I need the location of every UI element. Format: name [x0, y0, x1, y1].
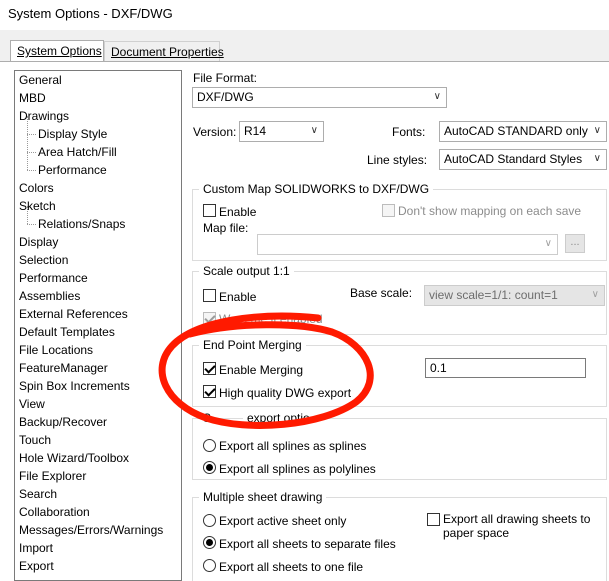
- chevron-down-icon: ∨: [433, 91, 441, 102]
- tree-item-mbd[interactable]: MBD: [19, 89, 46, 107]
- fonts-label: Fonts:: [392, 125, 426, 139]
- fonts-value: AutoCAD STANDARD only: [444, 124, 588, 138]
- tree-connector: [27, 170, 36, 171]
- line-styles-select[interactable]: AutoCAD Standard Styles ∨: [439, 149, 607, 170]
- tab-content-border: [0, 61, 609, 62]
- spline-export-title-end: export optio: [243, 411, 314, 425]
- custom-map-enable-label: Enable: [219, 205, 257, 219]
- chevron-down-icon: ∨: [593, 125, 601, 136]
- chevron-down-icon: ∨: [591, 289, 599, 300]
- scale-output-title: Scale output 1:1: [199, 264, 294, 278]
- warn-if-enabled-checkbox[interactable]: [203, 312, 216, 325]
- splines-as-polylines-radio[interactable]: [203, 461, 216, 474]
- splines-as-splines-label: Export all splines as splines: [219, 439, 367, 453]
- tree-item-general[interactable]: General: [19, 71, 62, 89]
- chevron-down-icon: ∨: [593, 153, 601, 164]
- merge-tolerance-input[interactable]: 0.1: [425, 358, 586, 378]
- export-separate-files-label: Export all sheets to separate files: [219, 537, 396, 551]
- tree-item-collaboration[interactable]: Collaboration: [19, 503, 90, 521]
- file-format-label: File Format:: [193, 71, 258, 85]
- enable-merging-checkbox[interactable]: [203, 362, 216, 375]
- tree-item-sketch[interactable]: Sketch: [19, 197, 56, 215]
- base-scale-value: view scale=1/1: count=1: [429, 288, 558, 302]
- dont-show-mapping-label: Don't show mapping on each save: [398, 204, 582, 218]
- version-value: R14: [244, 124, 267, 138]
- export-separate-files-radio[interactable]: [203, 536, 216, 549]
- chevron-down-icon: ∨: [310, 125, 318, 136]
- high-quality-dwg-checkbox[interactable]: [203, 385, 216, 398]
- multiple-sheet-title: Multiple sheet drawing: [199, 490, 327, 504]
- version-select[interactable]: R14 ∨: [239, 121, 324, 142]
- tab-system-options[interactable]: System Options: [10, 40, 104, 62]
- tree-connector: [27, 152, 36, 153]
- end-point-merging-title: End Point Merging: [199, 338, 306, 352]
- tree-item-area-hatch-fill[interactable]: Area Hatch/Fill: [38, 143, 117, 161]
- export-one-file-label: Export all sheets to one file: [219, 560, 364, 574]
- tree-item-touch[interactable]: Touch: [19, 431, 51, 449]
- tree-connector: [27, 134, 36, 135]
- options-tree[interactable]: General MBD Drawings Display Style Area …: [14, 70, 182, 581]
- high-quality-dwg-label: High quality DWG export: [219, 386, 352, 400]
- tree-item-spin-box-increments[interactable]: Spin Box Increments: [19, 377, 130, 395]
- tree-item-colors[interactable]: Colors: [19, 179, 54, 197]
- splines-as-splines-radio[interactable]: [203, 439, 216, 452]
- tree-item-messages-errors-warnings[interactable]: Messages/Errors/Warnings: [19, 521, 163, 539]
- map-file-browse-button[interactable]: ...: [565, 234, 585, 253]
- window-title: System Options - DXF/DWG: [8, 6, 173, 21]
- line-styles-label: Line styles:: [367, 153, 428, 167]
- spline-export-title-start: S: [199, 411, 216, 425]
- tree-item-default-templates[interactable]: Default Templates: [19, 323, 115, 341]
- paper-space-label: Export all drawing sheets to paper space: [443, 512, 591, 540]
- tree-item-file-explorer[interactable]: File Explorer: [19, 467, 86, 485]
- enable-merging-label: Enable Merging: [219, 363, 304, 377]
- map-file-combo[interactable]: ∨: [257, 234, 558, 255]
- export-active-sheet-label: Export active sheet only: [219, 514, 347, 528]
- line-styles-value: AutoCAD Standard Styles: [444, 152, 583, 166]
- tree-item-display[interactable]: Display: [19, 233, 58, 251]
- tab-system-options-label: System Options: [17, 44, 102, 58]
- tree-item-featuremanager[interactable]: FeatureManager: [19, 359, 108, 377]
- tree-connector: [27, 224, 36, 225]
- warn-if-enabled-label: Warn me if enabled: [219, 312, 323, 326]
- fonts-select[interactable]: AutoCAD STANDARD only ∨: [439, 121, 607, 142]
- tree-item-drawings[interactable]: Drawings: [19, 107, 69, 125]
- tree-item-backup-recover[interactable]: Backup/Recover: [19, 413, 107, 431]
- tree-item-external-references[interactable]: External References: [19, 305, 128, 323]
- tree-item-export[interactable]: Export: [19, 557, 54, 575]
- scale-output-enable-label: Enable: [219, 290, 257, 304]
- file-format-value: DXF/DWG: [197, 90, 254, 104]
- splines-as-polylines-label: Export all splines as polylines: [219, 462, 376, 476]
- map-file-label: Map file:: [203, 221, 249, 235]
- custom-map-enable-checkbox[interactable]: [203, 204, 216, 217]
- tree-item-display-style[interactable]: Display Style: [38, 125, 107, 143]
- tree-item-hole-wizard-toolbox[interactable]: Hole Wizard/Toolbox: [19, 449, 129, 467]
- tree-item-relations-snaps[interactable]: Relations/Snaps: [38, 215, 125, 233]
- tree-item-selection[interactable]: Selection: [19, 251, 68, 269]
- export-active-sheet-radio[interactable]: [203, 514, 216, 527]
- scale-output-enable-checkbox[interactable]: [203, 289, 216, 302]
- tree-item-drawings-performance[interactable]: Performance: [38, 161, 107, 179]
- paper-space-checkbox[interactable]: [427, 513, 440, 526]
- tab-document-properties[interactable]: Document Properties: [104, 41, 224, 62]
- dont-show-mapping-checkbox[interactable]: [382, 204, 395, 217]
- chevron-down-icon: ∨: [544, 238, 552, 249]
- file-format-select[interactable]: DXF/DWG ∨: [192, 87, 447, 108]
- tree-item-view[interactable]: View: [19, 395, 45, 413]
- version-label: Version:: [193, 125, 237, 139]
- base-scale-label: Base scale:: [350, 286, 413, 300]
- tree-item-performance[interactable]: Performance: [19, 269, 88, 287]
- base-scale-select[interactable]: view scale=1/1: count=1 ∨: [424, 285, 605, 306]
- tree-item-file-locations[interactable]: File Locations: [19, 341, 93, 359]
- tree-item-search[interactable]: Search: [19, 485, 57, 503]
- tab-document-properties-label: Document Properties: [111, 45, 224, 59]
- export-one-file-radio[interactable]: [203, 559, 216, 572]
- custom-map-title: Custom Map SOLIDWORKS to DXF/DWG: [199, 182, 434, 196]
- tree-item-assemblies[interactable]: Assemblies: [19, 287, 80, 305]
- tree-item-import[interactable]: Import: [19, 539, 53, 557]
